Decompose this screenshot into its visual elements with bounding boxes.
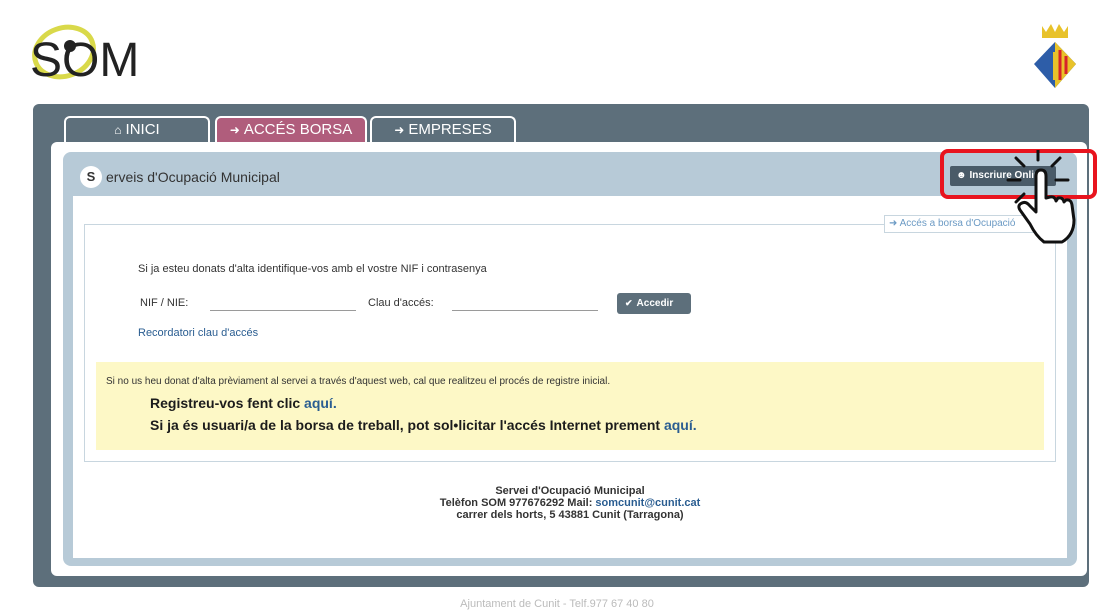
title-initial-badge: S bbox=[80, 166, 102, 188]
som-logo: SOM bbox=[30, 24, 139, 87]
clau-input[interactable] bbox=[452, 297, 598, 311]
accedir-label: Accedir bbox=[636, 298, 674, 309]
usuari-line: Si ja és usuari/a de la borsa de treball… bbox=[150, 417, 697, 433]
hand-cursor-icon bbox=[1006, 150, 1076, 244]
nif-label: NIF / NIE: bbox=[140, 297, 189, 309]
tab-acces-borsa[interactable]: ➜ ACCÉS BORSA bbox=[215, 116, 367, 144]
tab-inici-label: INICI bbox=[125, 121, 160, 138]
sign-in-icon: ➜ bbox=[394, 123, 405, 137]
footer-email-link[interactable]: somcunit@cunit.cat bbox=[595, 497, 700, 509]
tab-acces-borsa-label: ACCÉS BORSA bbox=[243, 121, 353, 138]
svg-text:SOM: SOM bbox=[30, 34, 139, 87]
check-circle-icon: ✔ bbox=[625, 298, 633, 308]
acces-borsa-link-label: Accés a borsa d'Ocupació bbox=[899, 218, 1016, 229]
tab-empreses[interactable]: ➜ EMPRESES bbox=[370, 116, 516, 144]
footer-phone: Telèfon SOM 977676292 Mail: bbox=[439, 497, 593, 509]
registreu-link[interactable]: aquí. bbox=[304, 395, 337, 411]
usuari-prefix: Si ja és usuari/a de la borsa de treball… bbox=[150, 417, 661, 433]
footer-line1: Servei d'Ocupació Municipal bbox=[495, 485, 645, 497]
usuari-link[interactable]: aquí. bbox=[664, 417, 697, 433]
sign-in-icon: ➜ bbox=[889, 218, 900, 229]
registreu-prefix: Registreu-vos fent clic bbox=[150, 395, 301, 411]
page-header: SOM bbox=[0, 0, 1114, 100]
nif-input[interactable] bbox=[210, 297, 356, 311]
tab-inici[interactable]: ⌂ INICI bbox=[64, 116, 210, 144]
sign-in-icon: ➜ bbox=[229, 123, 240, 137]
footer-line2: Telèfon SOM 977676292 Mail: somcunit@cun… bbox=[380, 497, 760, 509]
recordatori-link[interactable]: Recordatori clau d'accés bbox=[138, 327, 258, 339]
tab-empreses-label: EMPRESES bbox=[408, 121, 492, 138]
page-footer: Ajuntament de Cunit - Telf.977 67 40 80 bbox=[460, 598, 654, 610]
panel-title: erveis d'Ocupació Municipal bbox=[106, 169, 280, 185]
footer-line3: carrer dels horts, 5 43881 Cunit (Tarrag… bbox=[456, 509, 684, 521]
home-icon: ⌂ bbox=[114, 123, 122, 137]
registreu-line: Registreu-vos fent clic aquí. bbox=[150, 395, 337, 411]
contact-footer: Servei d'Ocupació Municipal Telèfon SOM … bbox=[380, 485, 760, 521]
crest-logo bbox=[1034, 24, 1076, 88]
accedir-button[interactable]: ✔ Accedir bbox=[617, 293, 691, 314]
login-instructions: Si ja esteu donats d'alta identifique-vo… bbox=[138, 263, 487, 275]
notice-text: Si no us heu donat d'alta prèviament al … bbox=[106, 376, 611, 387]
clau-label: Clau d'accés: bbox=[368, 297, 434, 309]
